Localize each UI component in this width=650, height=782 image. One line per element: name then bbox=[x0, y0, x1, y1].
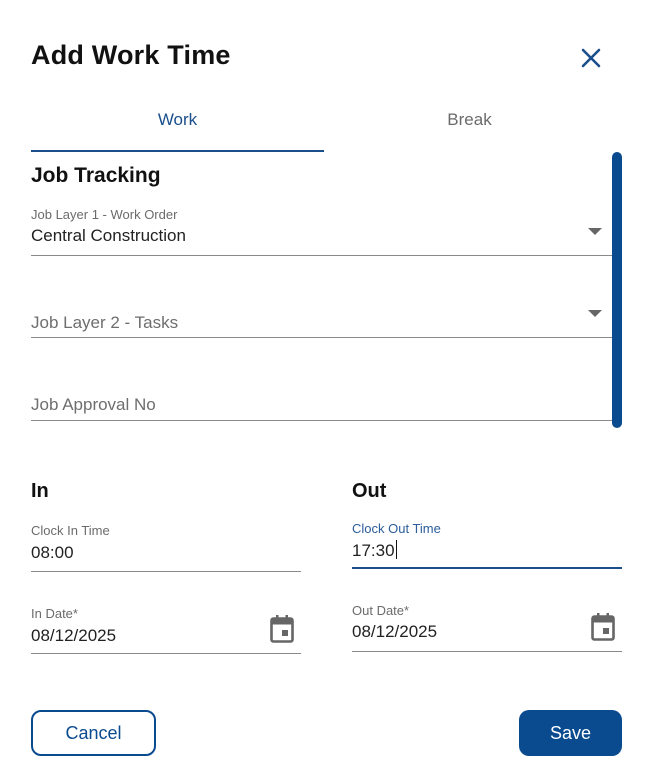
clock-out-label: Clock Out Time bbox=[352, 521, 441, 536]
calendar-icon[interactable] bbox=[270, 615, 294, 643]
job-layer-1-label: Job Layer 1 - Work Order bbox=[31, 207, 178, 222]
job-approval-placeholder: Job Approval No bbox=[31, 395, 156, 414]
out-date-label: Out Date* bbox=[352, 603, 410, 618]
job-layer-2-select[interactable]: Job Layer 2 - Tasks bbox=[31, 288, 612, 338]
in-date-label: In Date* bbox=[31, 606, 78, 621]
cancel-button[interactable]: Cancel bbox=[31, 710, 156, 756]
job-layer-1-select[interactable]: Job Layer 1 - Work Order Central Constru… bbox=[31, 204, 612, 256]
dialog-title: Add Work Time bbox=[31, 40, 231, 70]
in-title: In bbox=[31, 480, 49, 502]
save-button[interactable]: Save bbox=[519, 710, 622, 756]
scrollbar-thumb[interactable] bbox=[612, 152, 622, 428]
tab-bar: Work Break bbox=[31, 104, 615, 152]
clock-in-value: 08:00 bbox=[31, 543, 74, 562]
job-layer-1-value: Central Construction bbox=[31, 226, 186, 245]
clock-in-label: Clock In Time bbox=[31, 523, 110, 538]
chevron-down-icon bbox=[588, 310, 602, 317]
job-tracking-title: Job Tracking bbox=[31, 164, 161, 187]
chevron-down-icon bbox=[588, 228, 602, 235]
calendar-icon[interactable] bbox=[591, 613, 615, 641]
out-date-value: 08/12/2025 bbox=[352, 622, 438, 641]
text-cursor bbox=[395, 540, 398, 559]
in-date-value: 08/12/2025 bbox=[31, 626, 117, 645]
clock-out-time-input[interactable]: Clock Out Time 17:30 bbox=[352, 518, 622, 569]
out-date-input[interactable]: Out Date* 08/12/2025 bbox=[352, 600, 622, 652]
add-work-time-dialog: Add Work Time Work Break Job Tracking Jo… bbox=[0, 0, 650, 782]
out-title: Out bbox=[352, 480, 387, 502]
tab-break[interactable]: Break bbox=[324, 104, 615, 150]
clock-in-time-input[interactable]: Clock In Time 08:00 bbox=[31, 520, 301, 572]
job-layer-2-placeholder: Job Layer 2 - Tasks bbox=[31, 313, 179, 332]
close-icon bbox=[581, 48, 601, 68]
in-date-input[interactable]: In Date* 08/12/2025 bbox=[31, 603, 301, 654]
clock-out-value: 17:30 bbox=[352, 540, 398, 561]
job-approval-input[interactable]: Job Approval No bbox=[31, 370, 612, 421]
tab-work[interactable]: Work bbox=[31, 104, 324, 152]
close-button[interactable] bbox=[574, 41, 608, 75]
